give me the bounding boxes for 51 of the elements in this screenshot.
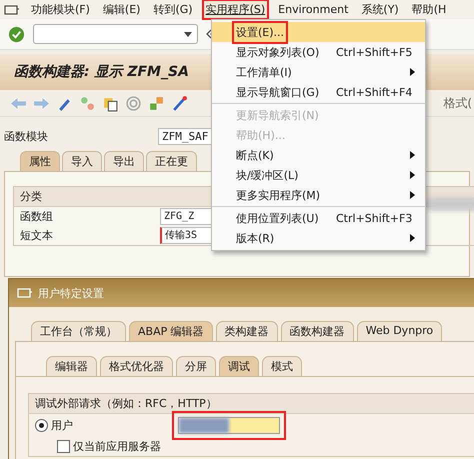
hierarchy-icon[interactable]	[148, 94, 165, 112]
group-title: 分类	[20, 190, 42, 203]
tab[interactable]: 函数构建器	[280, 321, 354, 341]
menu-entry[interactable]: 显示对象列表(O) Ctrl+Shift+F5	[212, 42, 425, 62]
tab[interactable]: 导出	[104, 151, 144, 171]
tab[interactable]: 导入	[62, 151, 102, 171]
tab[interactable]: 调试	[219, 356, 259, 376]
screen-title: 函数构建器: 显示 ZFM_SA	[14, 63, 189, 81]
tab[interactable]: 分屏	[176, 356, 216, 376]
user-field[interactable]	[178, 416, 280, 434]
menu-entry[interactable]: 更多实用程序(M)	[212, 185, 425, 205]
window-menu-icon[interactable]	[4, 4, 20, 16]
tab[interactable]: 属性	[20, 151, 60, 171]
menu-entry[interactable]: 使用位置列表(U) Ctrl+Shift+F3	[212, 208, 425, 228]
check-icon[interactable]	[8, 26, 25, 42]
menu-item[interactable]: 功能模块(F)	[29, 1, 92, 18]
menu-entry[interactable]: 块/缓冲区(L)	[212, 165, 425, 185]
group-title: 调试外部请求（例如：RFC，HTTP）	[35, 397, 217, 410]
radio-button[interactable]	[35, 418, 48, 432]
checkbox-label: 仅当前应用服务器	[73, 438, 161, 454]
checkbox[interactable]	[57, 440, 70, 452]
dropdown-arrow-icon[interactable]	[184, 32, 192, 36]
tab[interactable]: 工作台（常规）	[31, 321, 126, 341]
menu-item[interactable]: 转到(G)	[151, 1, 195, 18]
radio-label: 用户	[51, 418, 73, 432]
dialog-title: 用户特定设置	[38, 286, 104, 300]
tab[interactable]: 编辑器	[46, 356, 97, 376]
menu-entry[interactable]: 工作清单(I)	[212, 62, 425, 82]
nodes-icon[interactable]	[79, 94, 96, 112]
menu-entry[interactable]: 显示导航窗口(G) Ctrl+Shift+F4	[212, 82, 425, 102]
menu-entry[interactable]: 版本(R)	[212, 228, 425, 248]
tab[interactable]: 类构建器	[216, 321, 278, 341]
command-field[interactable]	[33, 24, 198, 44]
tab[interactable]: Web Dynpro	[356, 321, 442, 341]
field-label: 短文本	[20, 228, 54, 243]
toolbar-label[interactable]: 格式(	[443, 94, 474, 112]
menu-item[interactable]: 编辑(E)	[100, 1, 142, 18]
tab[interactable]: ABAP 编辑器	[129, 321, 213, 341]
menu-entry[interactable]: 设置(E)...	[212, 22, 425, 42]
magic-wand-icon[interactable]	[171, 94, 188, 112]
tab[interactable]: 模式	[262, 356, 302, 376]
field-label: 函数组	[20, 209, 54, 224]
menu-entry[interactable]: 断点(K)	[212, 145, 425, 165]
menu-item[interactable]: 帮助(H	[410, 1, 448, 18]
menu-item[interactable]: Environment	[276, 2, 350, 17]
tab[interactable]: 正在更	[146, 151, 197, 171]
menu-item[interactable]: 实用程序(S)	[204, 1, 268, 18]
menu-item[interactable]: 系统(Y)	[359, 1, 401, 18]
spiral-icon[interactable]	[125, 94, 142, 112]
field-label: 函数模块	[4, 128, 49, 144]
tab[interactable]: 格式优化器	[100, 356, 173, 376]
